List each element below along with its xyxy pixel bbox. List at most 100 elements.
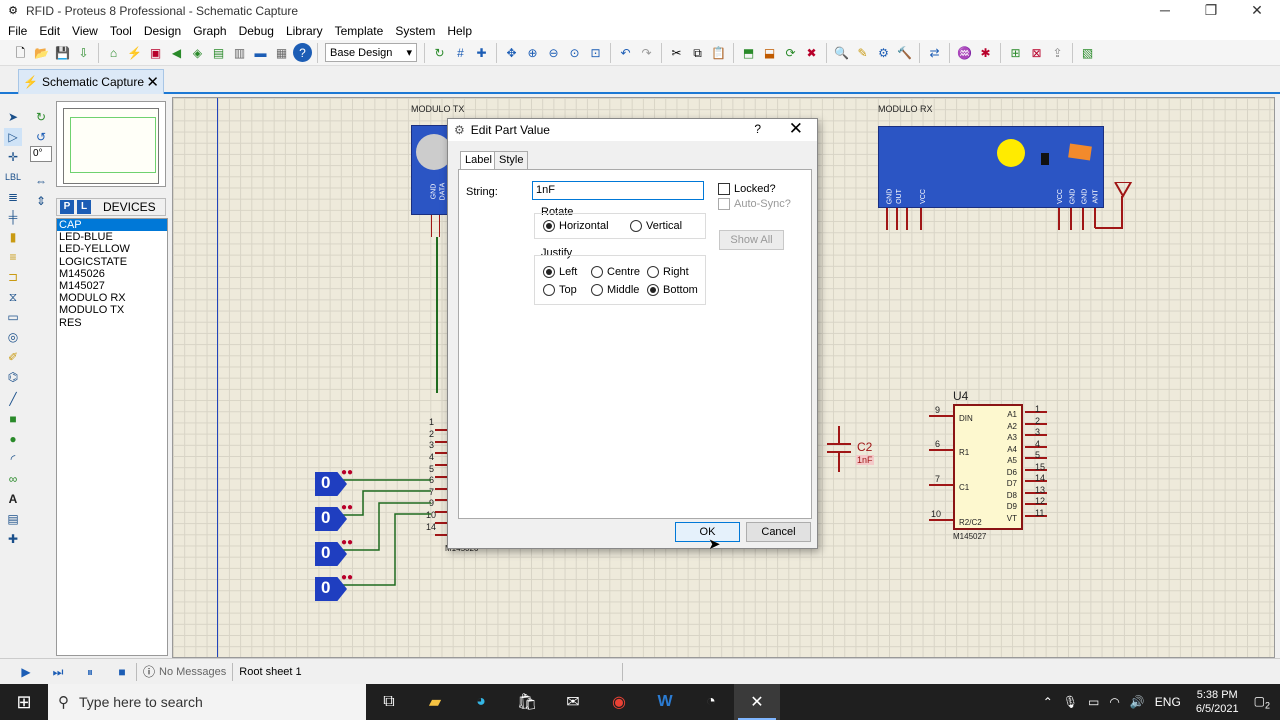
device-item[interactable]: M145027	[57, 280, 167, 292]
undo-icon[interactable]: ↶	[616, 43, 635, 62]
block-move-icon[interactable]: ⬓	[760, 43, 779, 62]
edge-icon[interactable]: ◕	[458, 684, 504, 720]
packaging-tool-icon[interactable]: ⚙	[874, 43, 893, 62]
menu-graph[interactable]: Graph	[187, 24, 232, 38]
grid-icon[interactable]: #	[451, 43, 470, 62]
generator-icon[interactable]: ◎	[4, 328, 22, 346]
design-explorer-icon[interactable]: ▬	[251, 43, 270, 62]
start-button[interactable]: ⊞	[0, 684, 48, 720]
paste-icon[interactable]: 📋	[709, 43, 728, 62]
device-item[interactable]: MODULO RX	[57, 292, 167, 304]
device-item[interactable]: MODULO TX	[57, 304, 167, 316]
string-input[interactable]: 1nF	[532, 181, 704, 200]
component-mode-icon[interactable]: ▷	[4, 128, 22, 146]
zoom-out-icon[interactable]: ⊖	[544, 43, 563, 62]
overview-window[interactable]	[56, 101, 166, 187]
wire-label-icon[interactable]: LBL	[4, 168, 22, 186]
symbol-icon[interactable]: ▤	[4, 510, 22, 528]
save-icon[interactable]: 💾	[53, 43, 72, 62]
justify-right-radio[interactable]: Right	[647, 266, 689, 278]
mail-icon[interactable]: ✉	[550, 684, 596, 720]
tab-style[interactable]: Style	[494, 151, 529, 169]
tab-label[interactable]: Label	[460, 151, 497, 169]
cut-icon[interactable]: ✂	[667, 43, 686, 62]
locked-checkbox[interactable]: Locked?	[718, 183, 776, 195]
language-indicator[interactable]: ENG	[1155, 695, 1181, 709]
notification-icon[interactable]: ▢2	[1254, 694, 1270, 710]
schematic-icon[interactable]: ⚡	[125, 43, 144, 62]
gerber-icon[interactable]: ▤	[209, 43, 228, 62]
tape-recorder-icon[interactable]: ▭	[4, 308, 22, 326]
file-explorer-icon[interactable]: ▰	[412, 684, 458, 720]
volume-icon[interactable]: 🔊	[1130, 695, 1145, 709]
tab-schematic-capture[interactable]: ⚡ Schematic Capture ✕	[18, 69, 164, 94]
rotate-anticlockwise-icon[interactable]: ↺	[32, 128, 50, 146]
store-icon[interactable]: 🛍	[504, 684, 550, 720]
justify-bottom-radio[interactable]: Bottom	[647, 284, 698, 296]
line-icon[interactable]: ╱	[4, 390, 22, 408]
menu-debug[interactable]: Debug	[233, 24, 280, 38]
rotation-angle-input[interactable]: 0°	[30, 146, 52, 162]
word-icon[interactable]: W	[642, 684, 688, 720]
pause-icon[interactable]: ⏸	[82, 664, 98, 680]
device-item[interactable]: LED-YELLOW	[57, 243, 167, 255]
tab-close-icon[interactable]: ✕	[146, 73, 159, 91]
make-device-icon[interactable]: ✎	[853, 43, 872, 62]
dialog-close-button[interactable]: ✕	[789, 119, 803, 139]
chrome-icon[interactable]: ◉	[596, 684, 642, 720]
menu-edit[interactable]: Edit	[33, 24, 66, 38]
exit-to-parent-icon[interactable]: ⇪	[1048, 43, 1067, 62]
text-icon[interactable]: A	[4, 490, 22, 508]
minimize-button[interactable]: ─	[1142, 0, 1188, 22]
capacitor-c2[interactable]	[825, 426, 855, 476]
rotate-vertical-radio[interactable]: Vertical	[630, 220, 682, 232]
block-delete-icon[interactable]: ✖	[802, 43, 821, 62]
marker-icon[interactable]: ✚	[4, 530, 22, 548]
device-item[interactable]: CAP	[57, 219, 167, 232]
show-all-button[interactable]: Show All	[719, 230, 784, 250]
chevron-up-icon[interactable]: ⌃	[1043, 695, 1053, 709]
menu-library[interactable]: Library	[280, 24, 329, 38]
rotate-clockwise-icon[interactable]: ↻	[32, 108, 50, 126]
modulo-tx-module[interactable]: GND DATA	[411, 125, 452, 215]
back-arrow-icon[interactable]: ◀	[167, 43, 186, 62]
menu-view[interactable]: View	[66, 24, 104, 38]
step-icon[interactable]: ⏭	[50, 664, 66, 680]
library-manager-button[interactable]: L	[77, 200, 91, 214]
mirror-vertical-icon[interactable]: ⇕	[32, 192, 50, 210]
close-button[interactable]: ✕	[1234, 0, 1280, 22]
menu-help[interactable]: Help	[441, 24, 478, 38]
terminals-icon[interactable]: ≡	[4, 248, 22, 266]
rotate-horizontal-radio[interactable]: Horizontal	[543, 220, 609, 232]
zoom-area-icon[interactable]: ⊡	[586, 43, 605, 62]
menu-file[interactable]: File	[2, 24, 33, 38]
menu-design[interactable]: Design	[138, 24, 187, 38]
zoom-all-icon[interactable]: ⊙	[565, 43, 584, 62]
subcircuit-icon[interactable]: ▮	[4, 228, 22, 246]
selection-mode-icon[interactable]: ➤	[4, 108, 22, 126]
proteus-icon[interactable]: ◔	[688, 684, 734, 720]
search-tag-icon[interactable]: ♒	[955, 43, 974, 62]
probe-icon[interactable]: ✐	[4, 348, 22, 366]
help-icon[interactable]: ?	[293, 43, 312, 62]
pick-device-icon[interactable]: 🔍	[832, 43, 851, 62]
zoom-in-icon[interactable]: ⊕	[523, 43, 542, 62]
dialog-help-button[interactable]: ?	[754, 122, 761, 136]
device-item[interactable]: LOGICSTATE	[57, 256, 167, 268]
pan-icon[interactable]: ✥	[502, 43, 521, 62]
decompose-icon[interactable]: 🔨	[895, 43, 914, 62]
restore-button[interactable]: ❐	[1188, 0, 1234, 22]
pcb-layout-icon[interactable]: ▣	[146, 43, 165, 62]
open-folder-icon[interactable]: 📂	[32, 43, 51, 62]
battery-icon[interactable]: ▭	[1088, 695, 1099, 709]
circle-icon[interactable]: ●	[4, 430, 22, 448]
pick-devices-button[interactable]: P	[60, 200, 74, 214]
block-rotate-icon[interactable]: ⟳	[781, 43, 800, 62]
menu-tool[interactable]: Tool	[104, 24, 138, 38]
buses-icon[interactable]: ╪	[4, 208, 22, 226]
device-item[interactable]: LED-BLUE	[57, 231, 167, 243]
proteus-isis-icon[interactable]: ✕	[734, 684, 780, 720]
remove-sheet-icon[interactable]: ⊠	[1027, 43, 1046, 62]
justify-centre-radio[interactable]: Centre	[591, 266, 640, 278]
wifi-icon[interactable]: ◠	[1109, 695, 1119, 709]
